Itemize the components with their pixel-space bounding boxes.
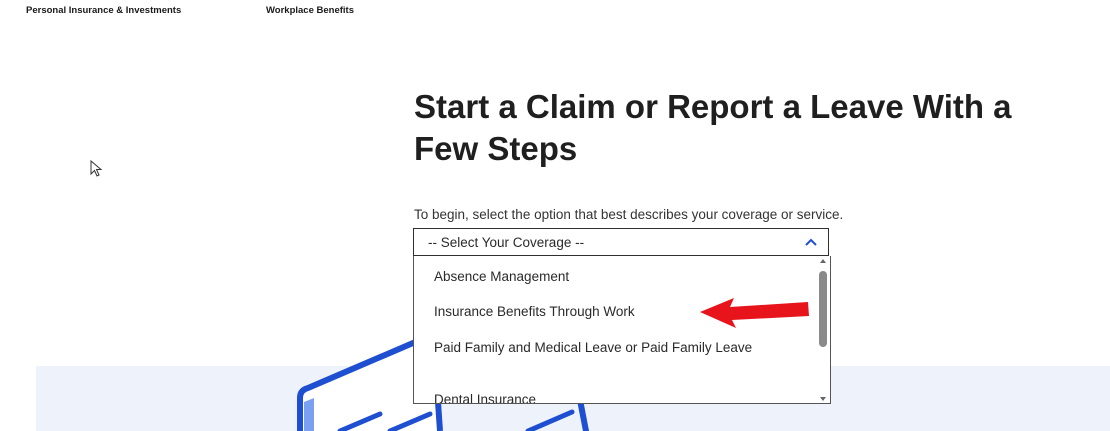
mouse-pointer-icon: [90, 160, 103, 177]
red-arrow-icon: [700, 298, 809, 328]
nav-link-workplace-benefits[interactable]: Workplace Benefits: [266, 5, 354, 16]
scrollbar-thumb[interactable]: [819, 271, 827, 347]
dropdown-scrollbar[interactable]: [816, 256, 830, 403]
page-title: Start a Claim or Report a Leave With a F…: [414, 88, 1012, 167]
intro-text: To begin, select the option that best de…: [414, 207, 844, 222]
option-paid-family-medical-leave[interactable]: Paid Family and Medical Leave or Paid Fa…: [434, 338, 804, 357]
option-dental-insurance[interactable]: Dental Insurance: [434, 390, 804, 403]
option-absence-management[interactable]: Absence Management: [434, 267, 804, 286]
coverage-dropdown-list[interactable]: Absence Management Insurance Benefits Th…: [413, 256, 831, 404]
nav-link-personal-insurance[interactable]: Personal Insurance & Investments: [26, 5, 181, 16]
chevron-up-icon[interactable]: [804, 237, 818, 247]
coverage-select[interactable]: -- Select Your Coverage --: [413, 228, 829, 256]
scroll-up-icon[interactable]: [820, 259, 826, 263]
coverage-select-value: -- Select Your Coverage --: [428, 235, 585, 250]
scroll-down-icon[interactable]: [820, 397, 826, 401]
top-navigation: Personal Insurance & Investments Workpla…: [0, 0, 1110, 24]
